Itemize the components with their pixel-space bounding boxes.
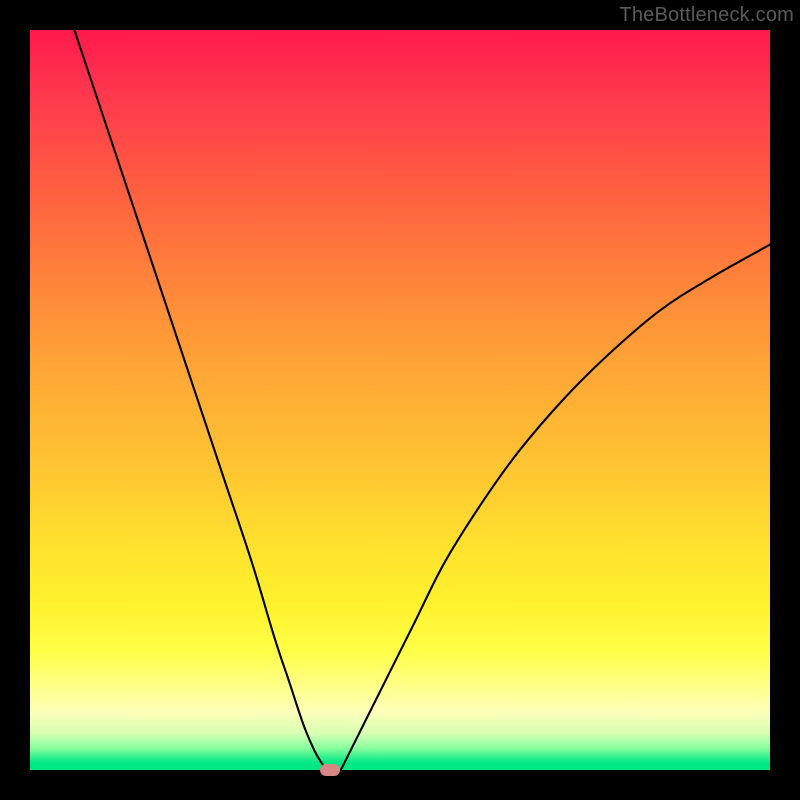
- watermark-text: TheBottleneck.com: [619, 4, 794, 27]
- curve-left: [74, 30, 326, 770]
- chart-frame: TheBottleneck.com: [0, 0, 800, 800]
- curve-right: [341, 245, 770, 770]
- curve-svg: [30, 30, 770, 770]
- min-marker: [320, 764, 340, 776]
- plot-area: [30, 30, 770, 770]
